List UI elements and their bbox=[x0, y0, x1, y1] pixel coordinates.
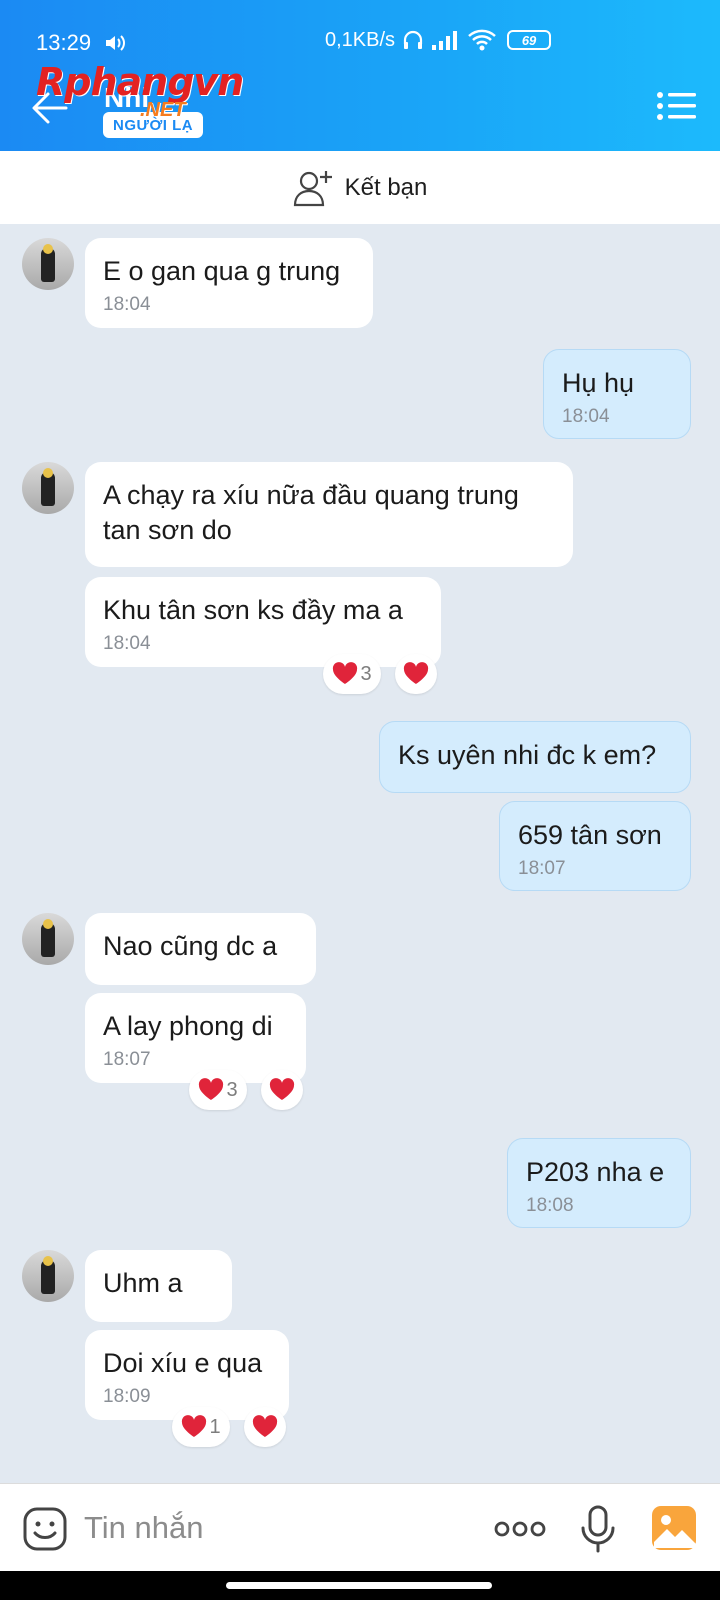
react-heart-button[interactable] bbox=[261, 1070, 303, 1110]
watermark-logo: Rphangvn bbox=[36, 60, 244, 104]
message-text: Khu tân sơn ks đầy ma a bbox=[103, 595, 403, 625]
incoming-message[interactable]: Khu tân sơn ks đầy ma a 18:04 bbox=[85, 577, 441, 667]
chat-header: 13:29 0,1KB/s 69 Nhi NGƯỜI LẠ Rphangvn .… bbox=[0, 0, 720, 151]
incoming-message[interactable]: A chạy ra xíu nữa đầu quang trung tan sơ… bbox=[85, 462, 573, 567]
more-options-icon[interactable] bbox=[494, 1514, 546, 1544]
message-time: 18:09 bbox=[103, 1386, 151, 1407]
heart-icon bbox=[199, 1078, 224, 1100]
avatar[interactable] bbox=[22, 1250, 74, 1302]
headset-icon bbox=[403, 30, 423, 49]
message-text: E o gan qua g trung bbox=[103, 256, 341, 286]
reaction-count: 3 bbox=[360, 662, 372, 685]
reaction-summary[interactable]: 3 bbox=[323, 654, 381, 694]
message-text: Nao cũng dc a bbox=[103, 931, 278, 961]
message-time: 18:04 bbox=[103, 633, 151, 654]
microphone-icon[interactable] bbox=[578, 1504, 618, 1554]
volume-icon bbox=[106, 35, 125, 51]
battery-indicator: 69 bbox=[507, 30, 552, 50]
message-input[interactable] bbox=[84, 1502, 464, 1554]
message-time: 18:08 bbox=[526, 1195, 574, 1216]
message-text: Ks uyên nhi đc k em? bbox=[398, 740, 657, 770]
heart-icon bbox=[252, 1415, 278, 1437]
reaction-count: 1 bbox=[209, 1415, 221, 1438]
status-bar: 13:29 0,1KB/s 69 bbox=[0, 0, 720, 64]
add-friend-button[interactable]: Kết bạn bbox=[0, 151, 720, 224]
image-gallery-icon[interactable] bbox=[650, 1504, 698, 1552]
avatar[interactable] bbox=[22, 462, 74, 514]
message-time: 18:04 bbox=[562, 406, 610, 427]
heart-icon bbox=[269, 1078, 295, 1100]
watermark-logo-suffix: .NET bbox=[140, 99, 186, 121]
react-heart-button[interactable] bbox=[244, 1407, 286, 1447]
reaction-summary[interactable]: 3 bbox=[189, 1070, 247, 1110]
heart-icon bbox=[182, 1415, 207, 1437]
heart-icon bbox=[333, 662, 358, 684]
outgoing-message[interactable]: Ks uyên nhi đc k em? bbox=[379, 721, 691, 793]
reaction-count: 3 bbox=[226, 1078, 238, 1101]
home-indicator[interactable] bbox=[226, 1582, 492, 1589]
outgoing-message[interactable]: P203 nha e 18:08 bbox=[507, 1138, 691, 1228]
avatar[interactable] bbox=[22, 913, 74, 965]
message-text: Hụ hụ bbox=[562, 368, 635, 398]
message-text: Doi xíu e qua bbox=[103, 1348, 263, 1378]
incoming-message[interactable]: Uhm a bbox=[85, 1250, 232, 1322]
heart-icon bbox=[403, 662, 429, 684]
avatar[interactable] bbox=[22, 238, 74, 290]
message-text: P203 nha e bbox=[526, 1157, 665, 1187]
message-time: 18:04 bbox=[103, 294, 151, 315]
message-time: 18:07 bbox=[103, 1049, 151, 1070]
incoming-message[interactable]: Nao cũng dc a bbox=[85, 913, 316, 985]
system-navigation-bar bbox=[0, 1571, 720, 1600]
wifi-icon bbox=[468, 29, 496, 51]
status-indicators: 0,1KB/s 69 bbox=[325, 28, 552, 52]
message-text: Uhm a bbox=[103, 1268, 183, 1298]
react-heart-button[interactable] bbox=[395, 654, 437, 694]
menu-list-icon[interactable] bbox=[656, 90, 696, 122]
sticker-emoji-icon[interactable] bbox=[22, 1506, 68, 1552]
message-time: 18:07 bbox=[518, 858, 566, 879]
message-text: A lay phong di bbox=[103, 1011, 273, 1041]
add-friend-label: Kết bạn bbox=[344, 173, 428, 201]
network-speed: 0,1KB/s bbox=[325, 28, 396, 51]
outgoing-message[interactable]: 659 tân sơn 18:07 bbox=[499, 801, 691, 891]
incoming-message[interactable]: E o gan qua g trung 18:04 bbox=[85, 238, 373, 328]
add-user-icon bbox=[293, 170, 332, 206]
signal-icon bbox=[432, 31, 458, 50]
outgoing-message[interactable]: Hụ hụ 18:04 bbox=[543, 349, 691, 439]
message-text: 659 tân sơn bbox=[518, 820, 662, 850]
reaction-summary[interactable]: 1 bbox=[172, 1407, 230, 1447]
status-time: 13:29 bbox=[36, 30, 92, 55]
incoming-message[interactable]: A lay phong di 18:07 bbox=[85, 993, 306, 1083]
message-text: A chạy ra xíu nữa đầu quang trung tan sơ… bbox=[103, 480, 519, 545]
message-composer bbox=[0, 1483, 720, 1571]
